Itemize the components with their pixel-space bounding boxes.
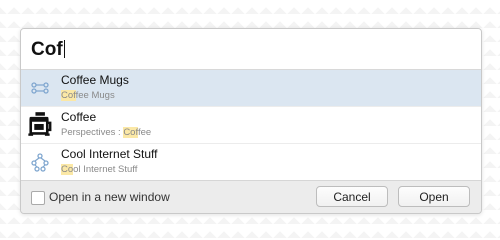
search-input[interactable]: Cof	[31, 39, 65, 61]
open-in-new-window-checkbox[interactable]	[31, 191, 45, 205]
result-subtitle: Coffee Mugs	[61, 90, 115, 101]
open-button[interactable]: Open	[398, 186, 470, 207]
dialog-footer: Open in a new window Cancel Open	[21, 180, 481, 213]
cancel-button[interactable]: Cancel	[316, 186, 388, 207]
result-subtitle: Cool Internet Stuff	[61, 164, 137, 175]
match-highlight: Cof	[61, 90, 76, 101]
folder-tree-icon	[31, 153, 49, 172]
results-list: Coffee Mugs Coffee Mugs Coffee Perspecti…	[21, 70, 481, 181]
search-query-text: Cof	[31, 39, 63, 60]
text-caret	[63, 40, 65, 58]
result-item[interactable]: Cool Internet Stuff Cool Internet Stuff	[21, 144, 481, 181]
result-title: Coffee	[61, 110, 97, 124]
result-item[interactable]: Coffee Mugs Coffee Mugs	[21, 70, 481, 107]
match-highlight: Cof	[123, 127, 138, 138]
subtitle-rest: ol Internet Stuff	[73, 164, 138, 175]
search-row: Cof	[21, 29, 481, 70]
coffee-press-icon	[28, 112, 52, 136]
result-item[interactable]: Coffee Perspectives : Coffee	[21, 107, 481, 144]
project-nodes-icon	[31, 82, 49, 94]
quick-open-dialog: Cof Coffee Mugs Coffee Mugs Coffee Persp…	[20, 28, 482, 214]
subtitle-rest: fee Mugs	[75, 90, 115, 101]
subtitle-prefix: Perspectives :	[61, 127, 124, 138]
result-subtitle: Perspectives : Coffee	[61, 127, 151, 138]
checkbox-label: Open in a new window	[49, 190, 170, 204]
subtitle-rest: fee	[137, 127, 152, 138]
result-title: Cool Internet Stuff	[61, 147, 158, 161]
match-highlight: Co	[61, 164, 74, 175]
result-title: Coffee Mugs	[61, 73, 129, 87]
